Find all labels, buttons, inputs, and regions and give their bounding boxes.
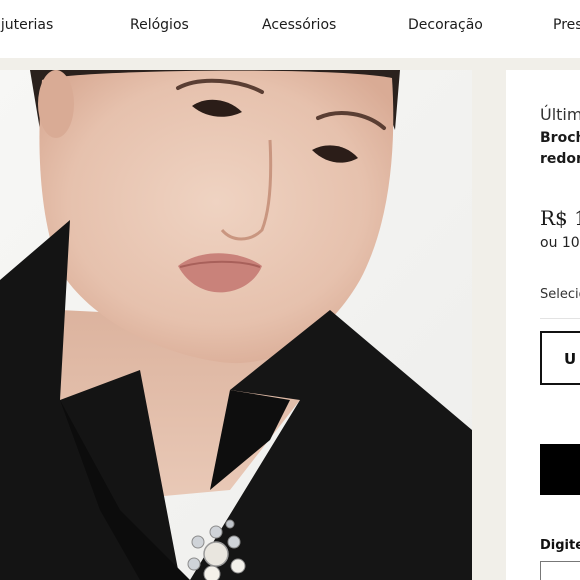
- nav-item-acessorios[interactable]: Acessórios: [262, 17, 336, 33]
- size-select-label: Selecio: [540, 287, 580, 302]
- size-option-u[interactable]: U: [540, 331, 580, 385]
- product-name: Broch: [540, 130, 580, 146]
- product-name-line2: redon: [540, 151, 580, 167]
- product-price: R$ 1: [540, 206, 580, 230]
- stock-status: Últim: [540, 105, 580, 124]
- product-info-panel: Últim Broch redon R$ 1 ou 10x Selecio U …: [506, 70, 580, 580]
- size-option-label: U: [564, 350, 577, 368]
- divider: [540, 318, 580, 319]
- model-illustration: [0, 70, 472, 580]
- cep-label: Digite s: [540, 538, 580, 553]
- buy-button[interactable]: [540, 444, 580, 495]
- nav-item-decoracao[interactable]: Decoração: [408, 17, 483, 33]
- nav-item-relogios[interactable]: Relógios: [130, 17, 189, 33]
- installments-text: ou 10x: [540, 235, 580, 251]
- nav-item-bijuterias[interactable]: ijuterias: [0, 17, 53, 33]
- top-navigation: ijuterias Relógios Acessórios Decoração …: [0, 0, 580, 58]
- product-photo[interactable]: [0, 70, 472, 580]
- nav-item-presentes[interactable]: Pres: [553, 17, 580, 33]
- cep-input[interactable]: [540, 561, 580, 580]
